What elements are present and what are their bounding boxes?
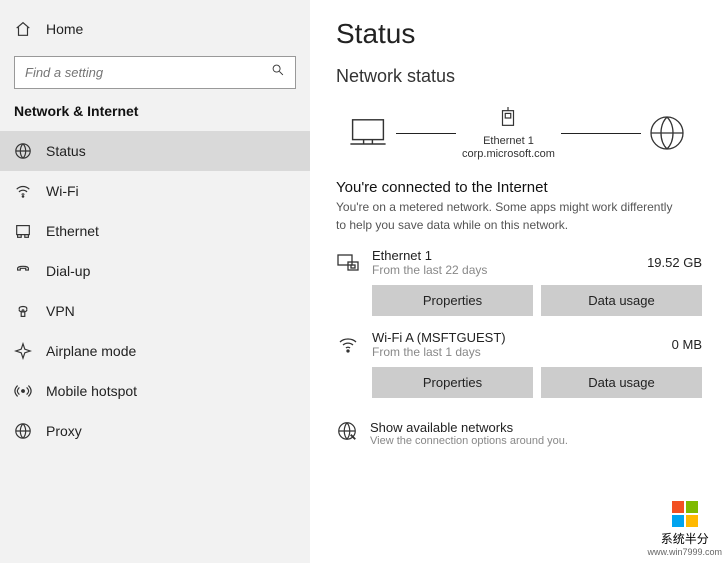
search-icon: [271, 63, 285, 82]
sidebar-item-label: Mobile hotspot: [46, 383, 137, 399]
connection-usage: 19.52 GB: [647, 255, 702, 270]
search-box[interactable]: [14, 56, 296, 89]
globe-link-icon: [336, 420, 358, 442]
search-input[interactable]: [25, 65, 271, 80]
sidebar-item-hotspot[interactable]: Mobile hotspot: [0, 371, 310, 411]
network-diagram: Ethernet 1 corp.microsoft.com: [336, 99, 702, 169]
sidebar-item-label: Wi-Fi: [46, 183, 79, 199]
ethernet-icon: [14, 222, 32, 240]
dialup-icon: [14, 262, 32, 280]
home-icon: [14, 20, 32, 38]
sidebar-item-dialup[interactable]: Dial-up: [0, 251, 310, 291]
connected-heading: You're connected to the Internet: [336, 179, 702, 196]
connection-usage: 0 MB: [672, 337, 702, 352]
sidebar-item-label: Ethernet: [46, 223, 99, 239]
wifi-icon: [14, 182, 32, 200]
section-title: Network & Internet: [0, 103, 310, 131]
connection-name: Ethernet 1: [372, 248, 647, 263]
wifi-adapter-icon: [336, 333, 360, 357]
hotspot-icon: [14, 382, 32, 400]
watermark-line2: www.win7999.com: [647, 547, 722, 557]
sidebar-item-label: Proxy: [46, 423, 82, 439]
sidebar-item-label: Dial-up: [46, 263, 90, 279]
sidebar-item-label: Status: [46, 143, 86, 159]
sidebar-item-label: VPN: [46, 303, 75, 319]
watermark: 系统半分 www.win7999.com: [647, 501, 722, 557]
network-status-heading: Network status: [336, 66, 702, 87]
sidebar-item-status[interactable]: Status: [0, 131, 310, 171]
connection-sub: From the last 22 days: [372, 263, 647, 277]
sidebar-item-ethernet[interactable]: Ethernet: [0, 211, 310, 251]
show-networks-sub: View the connection options around you.: [370, 435, 568, 447]
watermark-line1: 系统半分: [647, 530, 722, 547]
sidebar-item-vpn[interactable]: VPN: [0, 291, 310, 331]
microsoft-logo-icon: [672, 501, 698, 527]
airplane-icon: [14, 342, 32, 360]
search-container: [14, 56, 296, 89]
sidebar: Home Network & Internet Status Wi-Fi Eth…: [0, 0, 310, 563]
diagram-line: [561, 133, 641, 134]
diagram-adapter-domain: corp.microsoft.com: [462, 148, 555, 161]
properties-button[interactable]: Properties: [372, 367, 533, 398]
router-node: Ethernet 1 corp.microsoft.com: [462, 105, 555, 161]
connection-name: Wi-Fi A (MSFTGUEST): [372, 330, 672, 345]
sidebar-item-label: Airplane mode: [46, 343, 136, 359]
data-usage-button[interactable]: Data usage: [541, 285, 702, 316]
home-label: Home: [46, 21, 83, 37]
globe-icon: [647, 113, 687, 153]
sidebar-item-airplane[interactable]: Airplane mode: [0, 331, 310, 371]
vpn-icon: [14, 302, 32, 320]
home-link[interactable]: Home: [0, 12, 310, 46]
proxy-icon: [14, 422, 32, 440]
data-usage-button[interactable]: Data usage: [541, 367, 702, 398]
ethernet-adapter-icon: [336, 251, 360, 275]
connection-block: Ethernet 1 From the last 22 days 19.52 G…: [336, 248, 702, 316]
show-networks-title: Show available networks: [370, 420, 568, 435]
sidebar-item-wifi[interactable]: Wi-Fi: [0, 171, 310, 211]
page-title: Status: [336, 18, 702, 50]
connection-block: Wi-Fi A (MSFTGUEST) From the last 1 days…: [336, 330, 702, 398]
show-available-networks[interactable]: Show available networks View the connect…: [336, 420, 702, 447]
properties-button[interactable]: Properties: [372, 285, 533, 316]
main-panel: Status Network status Ethernet 1 corp.mi…: [310, 0, 728, 563]
sidebar-item-proxy[interactable]: Proxy: [0, 411, 310, 451]
computer-icon: [346, 115, 390, 151]
diagram-adapter-name: Ethernet 1: [462, 135, 555, 148]
connected-desc: You're on a metered network. Some apps m…: [336, 199, 676, 234]
status-icon: [14, 142, 32, 160]
connection-sub: From the last 1 days: [372, 345, 672, 359]
diagram-line: [396, 133, 456, 134]
